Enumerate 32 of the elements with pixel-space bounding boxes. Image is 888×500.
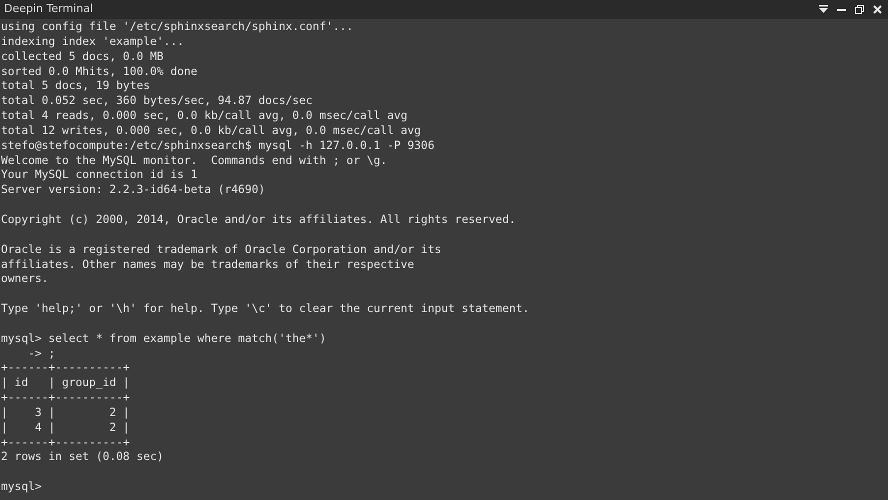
- terminal-line: total 12 writes, 0.000 sec, 0.0 kb/call avg, 0.0 msec/call avg: [1, 124, 421, 139]
- terminal-line: total 0.052 sec, 360 bytes/sec, 94.87 docs/sec: [1, 94, 313, 110]
- terminal-line: affiliates. Other names may be trademarks of their respective: [1, 258, 414, 272]
- terminal-line: mysql> select * from example where match('the*'): [1, 332, 326, 347]
- minimize-icon[interactable]: [837, 8, 846, 10]
- window-title: Deepin Terminal: [4, 1, 93, 18]
- terminal-line: total 5 docs, 19 bytes: [1, 79, 150, 94]
- terminal-line: stefo@stefocompute:/etc/sphinxsearch$ mysql -h 127.0.0.1 -P 9306: [1, 138, 434, 154]
- terminal-line: +------+----------+: [1, 436, 130, 450]
- terminal-line: using config file '/etc/sphinxsearch/sphinx.conf'...: [1, 20, 354, 35]
- terminal-line: Copyright (c) 2000, 2014, Oracle and/or its affiliates. All rights reserved.: [1, 212, 516, 228]
- terminal-line: | 4 | 2 |: [1, 420, 130, 436]
- terminal-line: 2 rows in set (0.08 sec): [1, 450, 164, 466]
- terminal-line: -> ;: [27, 346, 56, 362]
- terminal-line: sorted 0.0 Mhits, 100.0% done: [1, 64, 198, 80]
- dropdown-icon[interactable]: [819, 5, 828, 14]
- restore-icon[interactable]: [855, 5, 864, 14]
- terminal-line: +------+----------+: [1, 361, 130, 376]
- terminal-line: Welcome to the MySQL monitor. Commands end with ; or \g.: [1, 154, 388, 168]
- terminal-line: mysql>: [1, 480, 42, 495]
- terminal-line: indexing index 'example'...: [1, 34, 184, 50]
- terminal-line: Server version: 2.2.3-id64-beta (r4690): [1, 183, 266, 198]
- terminal-line: owners.: [1, 272, 48, 288]
- terminal-line: | 3 | 2 |: [1, 406, 130, 421]
- terminal-line: Type 'help;' or '\h' for help. Type '\c' to clear the current input statement.: [1, 302, 530, 317]
- terminal-line: collected 5 docs, 0.0 MB: [1, 50, 164, 65]
- terminal-line: | id | group_id |: [1, 376, 130, 392]
- close-icon[interactable]: [873, 5, 882, 14]
- terminal-line: Oracle is a registered trademark of Oracle Corporation and/or its: [1, 242, 442, 258]
- terminal-line: Your MySQL connection id is 1: [1, 168, 198, 184]
- terminal-line: total 4 reads, 0.000 sec, 0.0 kb/call avg, 0.0 msec/call avg: [1, 109, 408, 124]
- terminal-line: +------+----------+: [1, 391, 130, 406]
